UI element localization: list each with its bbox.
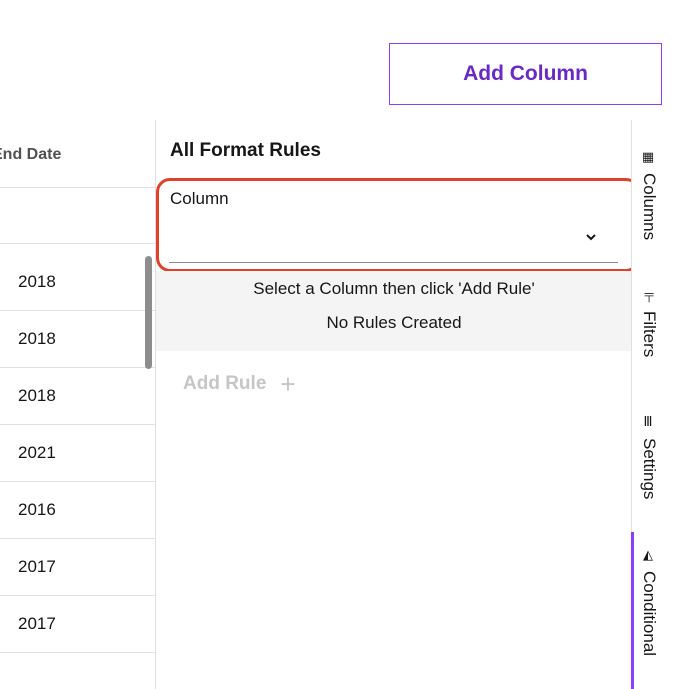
paint-bucket-icon: ◭ [641, 548, 657, 563]
tab-label: Conditional [640, 571, 659, 657]
table-row: 2018 [0, 254, 155, 311]
columns-grid-icon: ▦ [641, 150, 657, 165]
add-column-button[interactable]: Add Column [389, 43, 662, 105]
column-select[interactable] [169, 216, 618, 263]
table-row: 2016 [0, 482, 155, 539]
side-tab-bar: ▦ Columns ⊩ Filters Ⅲ Settings ◭ Conditi… [631, 120, 665, 689]
chevron-down-icon [586, 234, 596, 241]
column-header-end-date[interactable]: End Date [0, 120, 155, 188]
panel-title: All Format Rules [170, 140, 321, 161]
filter-icon: ⊩ [641, 292, 657, 304]
rules-info-box: Select a Column then click 'Add Rule' No… [156, 271, 632, 351]
tab-columns[interactable]: ▦ Columns [632, 150, 666, 270]
add-rule-button[interactable]: Add Rule + [183, 371, 296, 397]
tab-settings[interactable]: Ⅲ Settings [632, 415, 666, 525]
vertical-scrollbar[interactable] [145, 256, 152, 369]
table-row: 2018 [0, 311, 155, 368]
data-table: End Date 2018 2018 2018 2021 2016 2017 2… [0, 120, 155, 689]
settings-bars-icon: Ⅲ [641, 415, 657, 430]
table-row: 2017 [0, 596, 155, 653]
column-select-label: Column [170, 189, 229, 208]
info-no-rules: No Rules Created [326, 313, 462, 332]
table-body: 2018 2018 2018 2021 2016 2017 2017 [0, 254, 155, 653]
info-instruction: Select a Column then click 'Add Rule' [253, 279, 535, 298]
plus-icon: + [280, 369, 296, 399]
tab-filters[interactable]: ⊩ Filters [632, 292, 666, 382]
table-row: 2017 [0, 539, 155, 596]
format-rules-panel: All Format Rules Column Select a Column … [155, 120, 640, 689]
tab-label: Settings [640, 438, 659, 500]
table-row: 2018 [0, 368, 155, 425]
column-header-label: End Date [0, 146, 62, 163]
add-rule-label: Add Rule [183, 373, 267, 394]
top-toolbar: Add Column [0, 0, 694, 120]
column-filter-cell[interactable] [0, 188, 155, 244]
tab-label: Columns [640, 173, 659, 241]
table-row: 2021 [0, 425, 155, 482]
tab-conditional[interactable]: ◭ Conditional [631, 532, 666, 689]
tab-label: Filters [640, 311, 659, 358]
